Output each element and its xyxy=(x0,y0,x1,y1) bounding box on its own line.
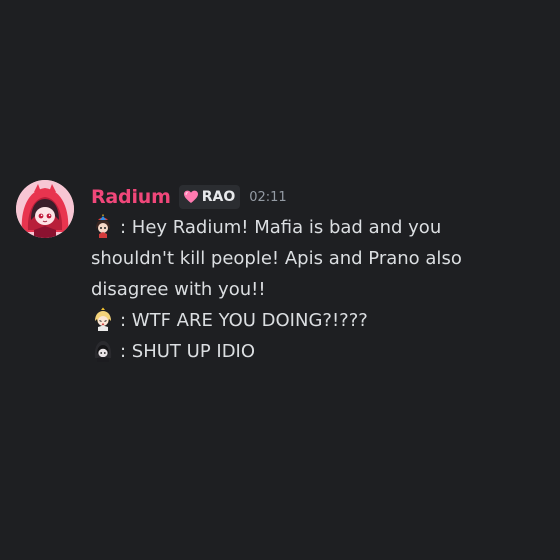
timestamp: 02:11 xyxy=(249,189,287,205)
message-line: disagree with you!! xyxy=(91,274,546,305)
pink-heart-icon xyxy=(183,190,198,203)
dark-hooded-character-emoji xyxy=(94,341,112,362)
blonde-character-emoji xyxy=(95,307,111,331)
propeller-hat-girl-emoji xyxy=(96,214,110,238)
message-text: : Hey Radium! Mafia is bad and you xyxy=(120,217,442,238)
message-text: shouldn't kill people! Apis and Prano al… xyxy=(91,248,462,269)
avatar[interactable] xyxy=(16,180,74,238)
message-text: : WTF ARE YOU DOING?!??? xyxy=(120,310,368,331)
chat-screen: Radium RAO 02:11: Hey Radium! Mafia is … xyxy=(0,0,560,560)
message-text: disagree with you!! xyxy=(91,279,266,300)
message-line: : WTF ARE YOU DOING?!??? xyxy=(91,305,546,336)
role-tag-label: RAO xyxy=(201,189,236,205)
message-line: : SHUT UP IDIO xyxy=(91,336,546,367)
message-header: Radium RAO 02:11 xyxy=(91,182,546,212)
username[interactable]: Radium xyxy=(91,186,171,208)
message-content: Radium RAO 02:11: Hey Radium! Mafia is … xyxy=(91,182,546,367)
role-tag[interactable]: RAO xyxy=(178,185,241,209)
message-line: shouldn't kill people! Apis and Prano al… xyxy=(91,243,546,274)
message-line: : Hey Radium! Mafia is bad and you xyxy=(91,212,546,243)
message-text: : SHUT UP IDIO xyxy=(120,341,256,362)
